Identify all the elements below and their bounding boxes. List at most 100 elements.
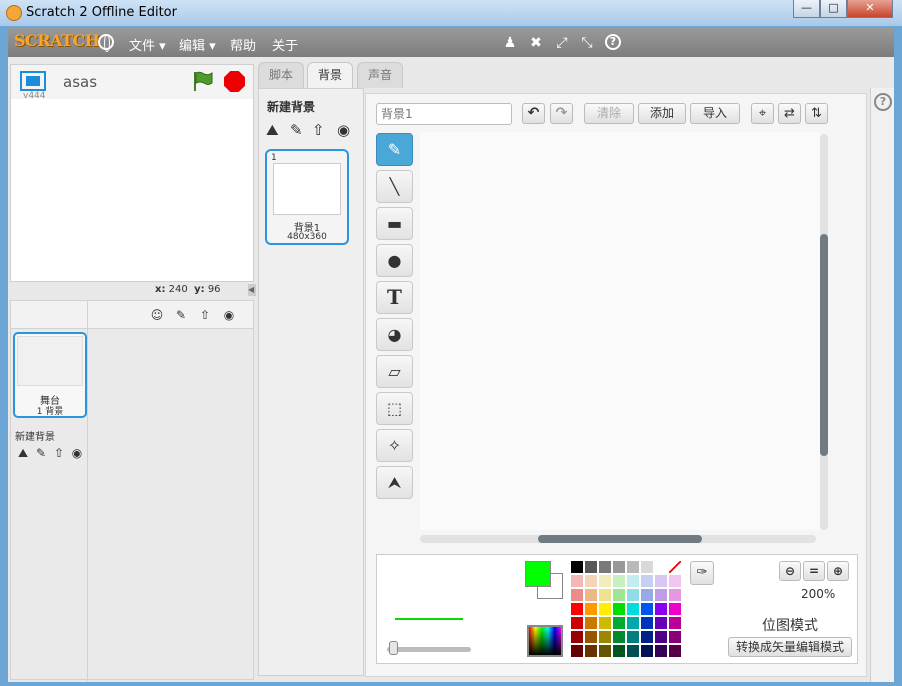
- palette-swatch[interactable]: [585, 589, 597, 601]
- horizontal-scroll-thumb[interactable]: [538, 535, 702, 543]
- tab-scripts[interactable]: 脚本: [258, 62, 305, 88]
- close-button[interactable]: ✕: [847, 0, 893, 18]
- tips-help-icon[interactable]: ?: [874, 93, 892, 111]
- paint-new-sprite-icon[interactable]: ✎: [173, 308, 189, 322]
- vertical-scroll-thumb[interactable]: [820, 234, 828, 456]
- palette-swatch[interactable]: [669, 575, 681, 587]
- palette-swatch[interactable]: [655, 575, 667, 587]
- palette-swatch[interactable]: [669, 617, 681, 629]
- stage[interactable]: v444 asas: [10, 64, 254, 282]
- palette-swatch[interactable]: [585, 645, 597, 657]
- menu-about[interactable]: 关于: [272, 35, 298, 54]
- stage-thumbnail[interactable]: 舞台 1 背景: [13, 332, 87, 418]
- palette-swatch[interactable]: [571, 645, 583, 657]
- zoom-in-icon[interactable]: ⊕: [827, 561, 849, 581]
- flip-vertical-icon[interactable]: ⇅: [805, 103, 828, 124]
- tab-sounds[interactable]: 声音: [357, 62, 404, 88]
- palette-swatch[interactable]: [599, 645, 611, 657]
- palette-swatch[interactable]: [571, 631, 583, 643]
- backdrop-library-icon[interactable]: ⛰: [15, 446, 31, 460]
- presentation-mode-icon[interactable]: [20, 71, 46, 91]
- palette-swatch[interactable]: [641, 561, 653, 573]
- palette-swatch[interactable]: [669, 603, 681, 615]
- crop-icon[interactable]: ⌖: [751, 103, 774, 124]
- horizontal-scrollbar[interactable]: [420, 535, 816, 543]
- palette-swatch[interactable]: [655, 617, 667, 629]
- camera-backdrop-icon[interactable]: ◉: [69, 446, 85, 460]
- palette-swatch[interactable]: [627, 631, 639, 643]
- ellipse-tool-icon[interactable]: ●: [376, 244, 413, 277]
- palette-swatch[interactable]: [613, 617, 625, 629]
- palette-swatch[interactable]: [571, 575, 583, 587]
- fill-tool-icon[interactable]: ◕: [376, 318, 413, 351]
- redo-button[interactable]: ↷: [550, 103, 573, 124]
- clear-button[interactable]: 清除: [584, 103, 634, 124]
- collapse-arrow-icon[interactable]: ◀: [248, 284, 256, 296]
- palette-swatch[interactable]: [669, 589, 681, 601]
- color-picker-gradient[interactable]: [527, 625, 563, 657]
- palette-swatch[interactable]: [571, 617, 583, 629]
- shrink-icon[interactable]: ⤡: [578, 34, 596, 52]
- language-globe-icon[interactable]: [98, 34, 114, 52]
- stop-icon[interactable]: [224, 71, 245, 92]
- palette-swatch[interactable]: [599, 589, 611, 601]
- backdrop-item[interactable]: 1 背景1 480x360: [265, 149, 349, 245]
- project-name[interactable]: asas: [63, 73, 97, 91]
- transparent-swatch[interactable]: [669, 561, 681, 573]
- zoom-out-icon[interactable]: ⊖: [779, 561, 801, 581]
- palette-swatch[interactable]: [571, 603, 583, 615]
- eyedropper-icon[interactable]: ✑: [690, 561, 714, 585]
- costume-name-input[interactable]: [376, 103, 512, 125]
- foreground-color-swatch[interactable]: [525, 561, 551, 587]
- sprite-library-icon[interactable]: ☺: [149, 308, 165, 322]
- duplicate-stamp-icon[interactable]: ♟: [501, 34, 519, 52]
- upload-backdrop-icon[interactable]: ⇧: [312, 121, 325, 139]
- paint-new-backdrop-icon[interactable]: ✎: [290, 121, 303, 139]
- camera-icon[interactable]: ◉: [221, 308, 237, 322]
- palette-swatch[interactable]: [585, 631, 597, 643]
- palette-swatch[interactable]: [613, 575, 625, 587]
- palette-swatch[interactable]: [585, 617, 597, 629]
- zoom-reset-icon[interactable]: =: [803, 561, 825, 581]
- camera-backdrop-icon[interactable]: ◉: [337, 121, 350, 139]
- palette-swatch[interactable]: [655, 561, 667, 573]
- palette-swatch[interactable]: [613, 603, 625, 615]
- upload-sprite-icon[interactable]: ⇧: [197, 308, 213, 322]
- maximize-button[interactable]: □: [820, 0, 847, 18]
- palette-swatch[interactable]: [627, 645, 639, 657]
- line-width-slider-knob[interactable]: [389, 641, 398, 655]
- palette-swatch[interactable]: [599, 575, 611, 587]
- palette-swatch[interactable]: [627, 589, 639, 601]
- palette-swatch[interactable]: [613, 589, 625, 601]
- select-tool-icon[interactable]: ⬚: [376, 392, 413, 425]
- palette-swatch[interactable]: [571, 561, 583, 573]
- palette-swatch[interactable]: [641, 617, 653, 629]
- palette-swatch[interactable]: [669, 631, 681, 643]
- palette-swatch[interactable]: [585, 575, 597, 587]
- palette-swatch[interactable]: [669, 645, 681, 657]
- undo-button[interactable]: ↶: [522, 103, 545, 124]
- palette-swatch[interactable]: [641, 603, 653, 615]
- palette-swatch[interactable]: [655, 645, 667, 657]
- rectangle-tool-icon[interactable]: ▬: [376, 207, 413, 240]
- line-tool-icon[interactable]: ╲: [376, 170, 413, 203]
- palette-swatch[interactable]: [641, 645, 653, 657]
- stamp-tool-icon[interactable]: ⮝: [376, 466, 413, 499]
- palette-swatch[interactable]: [599, 561, 611, 573]
- convert-to-vector-button[interactable]: 转换成矢量编辑模式: [728, 637, 852, 657]
- palette-swatch[interactable]: [627, 561, 639, 573]
- palette-swatch[interactable]: [655, 631, 667, 643]
- palette-swatch[interactable]: [627, 603, 639, 615]
- line-width-slider[interactable]: [387, 647, 471, 652]
- paint-canvas[interactable]: [420, 132, 820, 530]
- menu-edit[interactable]: 编辑 ▾: [179, 35, 216, 54]
- palette-swatch[interactable]: [627, 617, 639, 629]
- backdrop-library-icon[interactable]: ⛰: [266, 121, 279, 139]
- paint-new-backdrop-icon[interactable]: ✎: [33, 446, 49, 460]
- palette-swatch[interactable]: [641, 575, 653, 587]
- menu-file[interactable]: 文件 ▾: [129, 35, 166, 54]
- minimize-button[interactable]: —: [793, 0, 820, 18]
- add-button[interactable]: 添加: [638, 103, 686, 124]
- import-button[interactable]: 导入: [690, 103, 740, 124]
- palette-swatch[interactable]: [585, 561, 597, 573]
